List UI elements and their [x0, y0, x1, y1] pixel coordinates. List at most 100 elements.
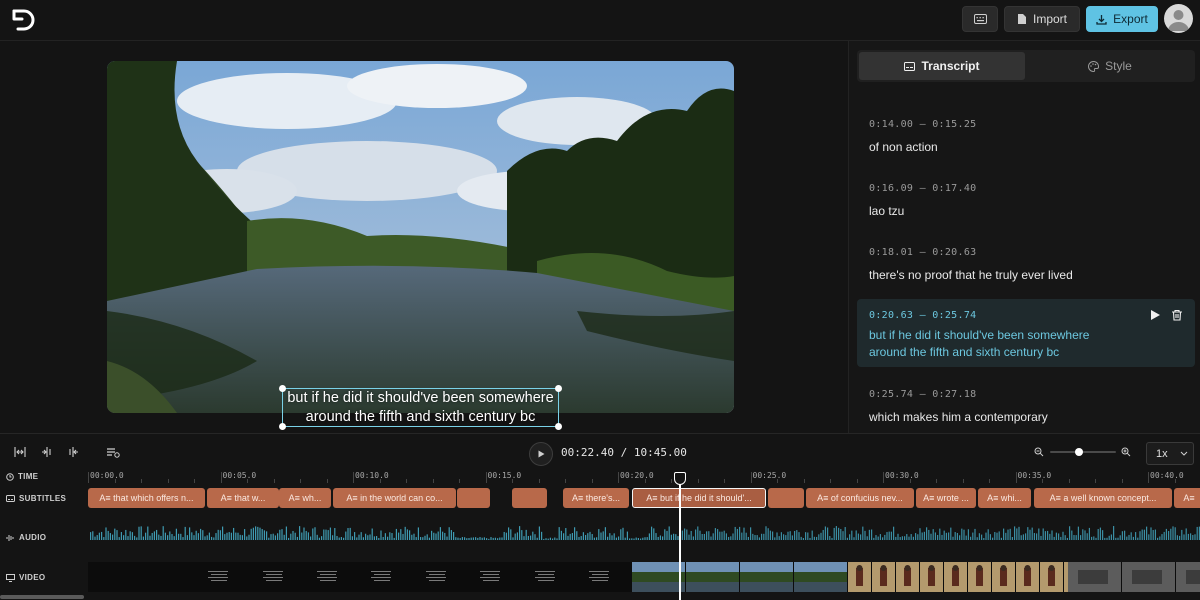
subtitle-clip[interactable]: A≡ in the world can co... [333, 488, 456, 508]
subtitle-clip[interactable]: A≡ there's... [563, 488, 629, 508]
trim-left-icon[interactable] [40, 445, 54, 459]
waveform-bar [1086, 533, 1088, 540]
resize-handle-bottom-left[interactable] [279, 423, 286, 430]
transcript-entry[interactable]: 0:16.09 – 0:17.40 lao tzu [857, 183, 1195, 220]
video-thumbnails [208, 562, 1200, 592]
subtitle-clip[interactable]: A≡ of confucius nev... [806, 488, 914, 508]
video-frame[interactable] [107, 61, 734, 413]
waveform-bar [840, 528, 842, 540]
entry-text[interactable]: lao tzu [869, 203, 1195, 220]
play-icon[interactable] [1149, 309, 1161, 321]
speed-value: 1x [1156, 447, 1168, 460]
waveform-bar [802, 537, 804, 540]
subtitle-clip[interactable]: A≡ whi... [978, 488, 1031, 508]
user-avatar[interactable] [1164, 4, 1193, 33]
ruler-tick [88, 472, 89, 483]
timeline-scrollbar[interactable] [0, 595, 84, 599]
waveform-bar [598, 529, 600, 540]
zoom-slider-track[interactable] [1050, 451, 1116, 453]
subtitle-clip[interactable] [768, 488, 804, 508]
thumb-grey-detail [1132, 570, 1162, 584]
waveform-bar [378, 537, 380, 540]
subtitle-clip[interactable] [512, 488, 547, 508]
subtitle-clip[interactable]: A≡ a well known concept... [1034, 488, 1172, 508]
subtitle-clip[interactable]: A≡ that which offers n... [88, 488, 205, 508]
playhead-handle[interactable] [674, 472, 686, 485]
entry-text[interactable]: of non action [869, 139, 1195, 156]
subtitle-clip[interactable]: A≡ wrote ... [916, 488, 976, 508]
split-icon[interactable] [13, 445, 27, 459]
waveform-bar [657, 536, 659, 540]
waveform-bar [486, 538, 488, 540]
waveform-bar [323, 529, 325, 540]
waveform-bar [849, 534, 851, 540]
waveform-bar [400, 529, 402, 540]
keyboard-shortcuts-button[interactable] [962, 6, 998, 32]
trim-right-icon[interactable] [66, 445, 80, 459]
waveform-bar [1196, 526, 1198, 540]
ruler-tick [1148, 472, 1149, 483]
waveform-bar [871, 529, 873, 540]
zoom-in-icon[interactable] [1121, 447, 1131, 457]
transcript-entry[interactable]: 0:14.00 – 0:15.25 of non action [857, 119, 1195, 156]
transcript-entry[interactable]: 0:18.01 – 0:20.63 there's no proof that … [857, 247, 1195, 284]
thumb-figure-head [1024, 565, 1031, 571]
waveform-bar [952, 536, 954, 540]
waveform-bar [292, 530, 294, 540]
trash-icon[interactable] [1171, 309, 1183, 321]
waveform-bar [417, 527, 419, 540]
zoom-out-icon[interactable] [1034, 447, 1044, 457]
waveform-bar [607, 536, 609, 540]
waveform-bar [283, 534, 285, 540]
subtitle-clip[interactable]: A≡ wh... [279, 488, 331, 508]
waveform-bar [681, 530, 683, 540]
subtitle-clip[interactable]: A≡ [1174, 488, 1200, 508]
resize-handle-bottom-right[interactable] [555, 423, 562, 430]
tab-transcript[interactable]: Transcript [859, 52, 1025, 80]
playback-speed-select[interactable]: 1x [1146, 442, 1194, 465]
waveform-bar [1154, 529, 1156, 540]
transcript-entry-active[interactable]: 0:20.63 – 0:25.74 but if he did it shoul… [857, 299, 1195, 367]
video-track[interactable] [88, 562, 1200, 592]
subtitle-clip[interactable] [457, 488, 490, 508]
play-button[interactable] [529, 442, 553, 466]
subtitle-clip[interactable]: A≡ that w... [207, 488, 279, 508]
zoom-slider-thumb[interactable] [1075, 448, 1083, 456]
ruler-minor-tick [326, 479, 328, 483]
waveform-bar [116, 530, 118, 540]
waveform-bar [481, 537, 483, 540]
tab-style[interactable]: Style [1027, 52, 1193, 80]
audio-waveform[interactable] [88, 518, 1200, 552]
waveform-bar [857, 533, 859, 540]
waveform-bar [255, 526, 257, 540]
waveform-bar [611, 535, 613, 540]
entry-text[interactable]: but if he did it should've been somewher… [869, 327, 1195, 361]
waveform-bar [901, 536, 903, 540]
entry-text[interactable]: which makes him a contemporary [869, 409, 1195, 426]
waveform-bar [631, 538, 633, 540]
transcript-entry[interactable]: 0:25.74 – 0:27.18 which makes him a cont… [857, 389, 1195, 426]
ruler-label: 00:25.0 [752, 471, 787, 480]
waveform-bar [994, 532, 996, 540]
import-button[interactable]: Import [1004, 6, 1080, 32]
ruler-minor-tick [141, 479, 142, 483]
time-ruler[interactable]: 00:00.0 00:05.0 00:10.0 00:15.0 00:20.0 00:25… [88, 470, 1200, 484]
subtitle-clip-selected[interactable]: A≡ but if he did it should'... [632, 488, 766, 508]
entry-text[interactable]: there's no proof that he truly ever live… [869, 267, 1195, 284]
app-logo-icon[interactable] [10, 7, 36, 33]
resize-handle-top-right[interactable] [555, 385, 562, 392]
waveform-bar [943, 530, 945, 540]
add-track-icon[interactable] [106, 445, 120, 459]
resize-handle-top-left[interactable] [279, 385, 286, 392]
waveform-bar [701, 533, 703, 540]
waveform-bar [1168, 531, 1170, 540]
waveform-bar [204, 536, 206, 540]
ruler-minor-tick [247, 479, 248, 483]
export-button[interactable]: Export [1086, 6, 1158, 32]
subtitle-overlay[interactable]: but if he did it should've been somewher… [282, 388, 559, 427]
waveform-bar [833, 527, 835, 540]
waveform-bar [257, 526, 259, 540]
playhead[interactable] [679, 478, 681, 600]
waveform-bar [930, 533, 932, 540]
waveform-bar [191, 532, 193, 540]
